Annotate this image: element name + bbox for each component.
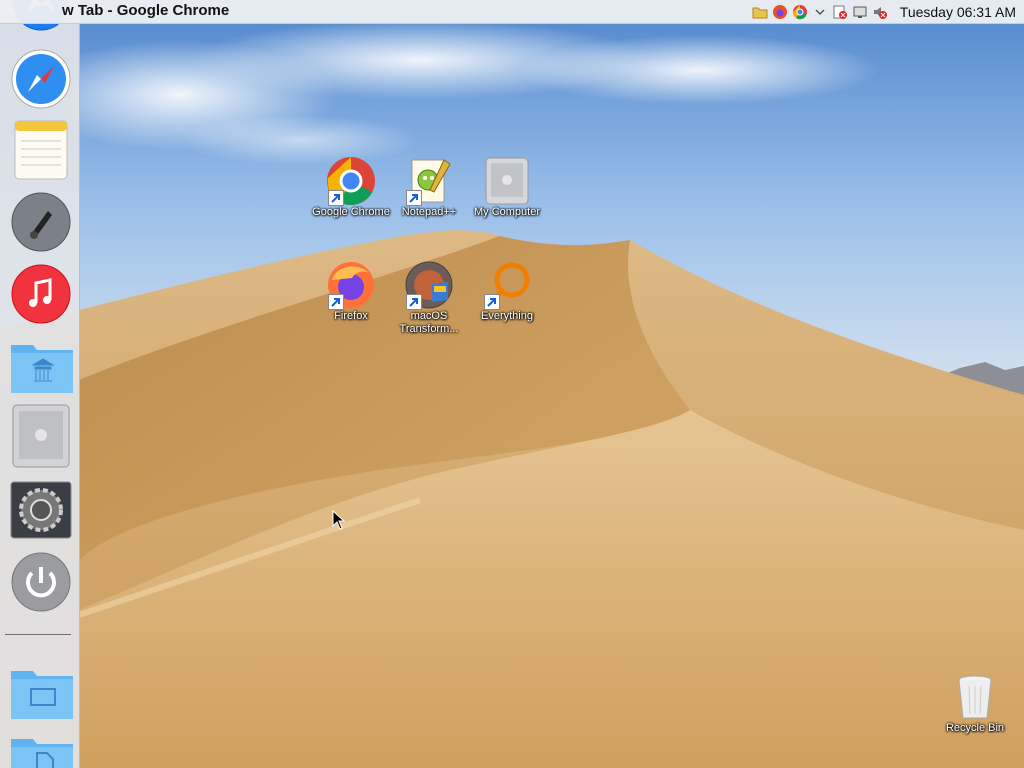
volume-muted-icon[interactable] xyxy=(872,4,888,20)
chrome-icon xyxy=(326,156,376,206)
dock-separator xyxy=(5,634,71,635)
desktop-icon-label: Notepad++ xyxy=(401,206,457,218)
music-icon[interactable] xyxy=(9,262,73,326)
desktop-icon-firefox[interactable]: Firefox xyxy=(311,260,391,323)
shortcut-arrow-icon xyxy=(484,294,500,310)
desktop-icon-label: Firefox xyxy=(334,310,368,322)
desktop-icon-google-chrome[interactable]: Google Chrome xyxy=(311,156,391,219)
my-computer-icon[interactable] xyxy=(9,404,73,468)
everything-search-icon xyxy=(482,260,532,310)
firefox-icon[interactable] xyxy=(772,4,788,20)
network-error-icon[interactable] xyxy=(832,4,848,20)
desktop-icon-macos-transformation[interactable]: macOS Transform... xyxy=(389,260,469,336)
desktop-icon-label: macOS Transform... xyxy=(399,310,459,335)
desktop-icon-label: Everything xyxy=(481,310,533,322)
desktop-icon-label: My Computer xyxy=(473,206,541,218)
documents-folder-icon[interactable] xyxy=(9,728,73,768)
chrome-icon[interactable] xyxy=(792,4,808,20)
shortcut-arrow-icon xyxy=(328,190,344,206)
wallpaper xyxy=(0,0,1024,768)
firefox-icon xyxy=(326,260,376,310)
folder-icon[interactable] xyxy=(752,4,768,20)
macos-transformation-icon xyxy=(404,260,454,310)
desktop-icon-everything[interactable]: Everything xyxy=(467,260,547,323)
desktop: w Tab - Google Chrome Tuesday 06:31 AM G… xyxy=(0,0,1024,768)
notepad-plus-plus-icon xyxy=(404,156,454,206)
shortcut-arrow-icon xyxy=(328,294,344,310)
chevron-down-icon[interactable] xyxy=(812,4,828,20)
shortcut-arrow-icon xyxy=(406,294,422,310)
power-icon[interactable] xyxy=(9,550,73,614)
safari-icon[interactable] xyxy=(9,47,73,111)
desktop-icon-my-computer[interactable]: My Computer xyxy=(467,156,547,219)
my-computer-icon xyxy=(482,156,532,206)
system-preferences-icon[interactable] xyxy=(9,478,73,542)
mouse-cursor-icon xyxy=(332,510,346,530)
desktop-icon-label: Recycle Bin xyxy=(945,722,1005,734)
desktop-icon-recycle-bin[interactable]: Recycle Bin xyxy=(935,672,1015,735)
desktop-folder-icon[interactable] xyxy=(9,660,73,724)
menu-bar: w Tab - Google Chrome Tuesday 06:31 AM xyxy=(0,0,1024,24)
shortcut-arrow-icon xyxy=(406,190,422,206)
clock[interactable]: Tuesday 06:31 AM xyxy=(900,4,1016,20)
desktop-icon-notepad-plus-plus[interactable]: Notepad++ xyxy=(389,156,469,219)
desktop-icon-label: Google Chrome xyxy=(312,206,390,218)
launchpad-icon[interactable] xyxy=(9,190,73,254)
recycle-bin-icon xyxy=(950,672,1000,722)
notes-icon[interactable] xyxy=(9,118,73,182)
dock xyxy=(0,0,80,768)
system-tray: Tuesday 06:31 AM xyxy=(752,0,1016,23)
display-icon[interactable] xyxy=(852,4,868,20)
library-folder-icon[interactable] xyxy=(9,334,73,398)
active-window-title: w Tab - Google Chrome xyxy=(62,2,230,19)
